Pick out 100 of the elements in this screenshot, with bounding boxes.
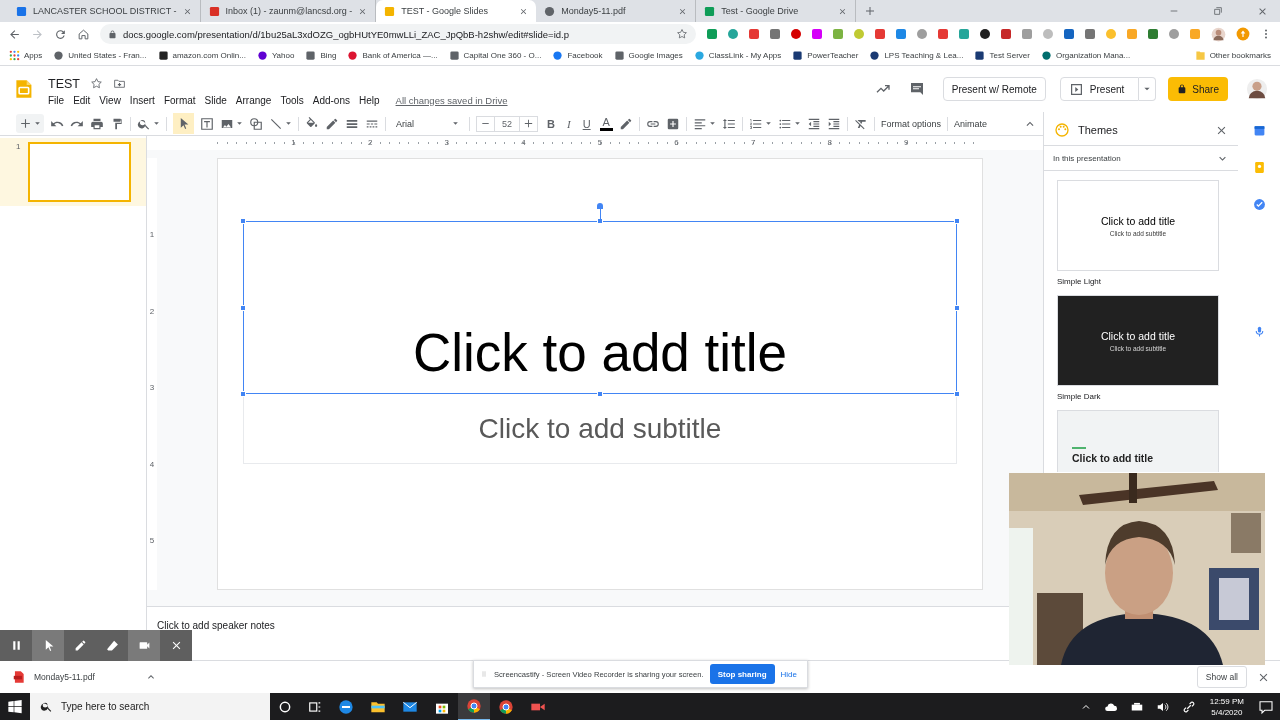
close-icon[interactable] — [838, 6, 848, 16]
save-status-link[interactable]: All changes saved in Drive — [395, 94, 508, 106]
restore-icon[interactable] — [1213, 6, 1223, 16]
bookmark-link[interactable]: Bank of America —... — [347, 50, 438, 61]
link-icon[interactable] — [1181, 699, 1196, 714]
bookmark-link[interactable]: Facebook — [552, 50, 603, 61]
tasks-icon[interactable] — [1252, 198, 1266, 211]
resize-handle[interactable] — [240, 391, 246, 397]
notifications-icon[interactable] — [1258, 698, 1274, 715]
bookmark-link[interactable]: Capital One 360 - O... — [448, 50, 542, 61]
menu-item[interactable]: Help — [359, 94, 380, 106]
underline-button[interactable]: U — [579, 117, 594, 130]
show-all-button[interactable]: Show all — [1196, 666, 1247, 688]
menu-item[interactable]: Add-ons — [312, 94, 350, 106]
resize-handle[interactable] — [597, 391, 603, 397]
bold-button[interactable]: B — [544, 117, 558, 130]
menu-item[interactable]: Insert — [129, 94, 155, 106]
theme-preview[interactable]: Click to add title — [1057, 410, 1219, 472]
line-spacing-icon[interactable] — [721, 116, 736, 131]
bookmark-link[interactable]: Organization Mana... — [1040, 50, 1131, 61]
resize-handle[interactable] — [240, 304, 246, 311]
pencil-icon[interactable] — [325, 116, 339, 131]
text-box-icon[interactable] — [200, 116, 214, 131]
new-tab-icon[interactable] — [864, 5, 877, 17]
bookmark-link[interactable]: amazon.com Onlin... — [157, 50, 246, 61]
italic-button[interactable]: I — [564, 117, 574, 130]
numbered-list-icon[interactable] — [748, 116, 763, 131]
browser-tab[interactable]: Test - Google Drive — [696, 0, 857, 22]
avatar-icon[interactable] — [1211, 26, 1226, 42]
bookmark-link[interactable]: Apps — [9, 50, 43, 61]
browser-tab[interactable]: Monday5-11.pdf — [536, 0, 697, 22]
recorder-tool-button[interactable] — [32, 630, 64, 661]
increase-indent-icon[interactable] — [826, 116, 841, 131]
chrome-icon[interactable] — [498, 698, 514, 715]
move-to-folder-icon[interactable] — [112, 77, 126, 90]
menu-item[interactable]: View — [99, 94, 121, 106]
bookmark-link[interactable]: United States - Fran... — [53, 50, 147, 61]
cortana-icon[interactable] — [278, 699, 292, 714]
caret-icon[interactable] — [708, 120, 716, 127]
new-slide-button[interactable] — [16, 114, 44, 133]
caret-icon[interactable] — [153, 120, 160, 127]
comment-icon[interactable] — [908, 81, 925, 97]
star-icon[interactable] — [676, 28, 688, 40]
avatar-icon[interactable] — [1246, 78, 1268, 100]
taskbar-app-button[interactable] — [458, 692, 490, 720]
menu-item[interactable]: Tools — [280, 94, 304, 106]
resize-handle[interactable] — [954, 304, 960, 311]
resize-handle[interactable] — [954, 391, 960, 397]
bookmark-link[interactable]: Yahoo — [256, 50, 295, 61]
font-dropdown[interactable]: Arial — [392, 118, 463, 129]
extension-icon[interactable] — [979, 28, 991, 40]
browser-tab[interactable]: LANCASTER SCHOOL DISTRICT - — [8, 0, 201, 22]
home-icon[interactable] — [77, 27, 90, 41]
share-button[interactable]: Share — [1168, 77, 1228, 101]
line-icon[interactable] — [269, 116, 283, 131]
stop-sharing-button[interactable]: Stop sharing — [709, 664, 775, 684]
address-field[interactable]: docs.google.com/presentation/d/1bu25aL3xdOZG_ogbHUtYE0mwLLi_ZAC_JpQbB-h2shw/edit#slide=id.p — [100, 24, 696, 44]
bookmark-link[interactable]: Test Server — [974, 50, 1030, 61]
resize-handle[interactable] — [240, 218, 246, 224]
hide-link[interactable]: Hide — [780, 669, 797, 679]
add-comment-icon[interactable] — [665, 116, 680, 131]
document-title[interactable]: TEST — [48, 76, 80, 91]
caret-icon[interactable] — [793, 120, 801, 127]
recorder-tool-button[interactable] — [128, 630, 160, 661]
bookmark-link[interactable]: LPS Teaching & Lea... — [869, 50, 964, 61]
bookmark-link[interactable]: Bing — [305, 50, 337, 61]
clock-time[interactable]: 12:59 PM — [1209, 695, 1244, 707]
clock-date[interactable]: 5/4/2020 — [1211, 706, 1243, 718]
menu-item[interactable]: Arrange — [235, 94, 272, 106]
bookmark-link[interactable]: ClassLink - My Apps — [693, 50, 782, 61]
caret-icon[interactable] — [285, 120, 292, 127]
menu-item[interactable]: Format — [163, 94, 196, 106]
bookmark-link[interactable]: Other bookmarks — [1194, 50, 1271, 61]
decrease-indent-icon[interactable] — [806, 116, 821, 131]
calendar-icon[interactable] — [1252, 124, 1266, 137]
windows-start-icon[interactable] — [7, 698, 23, 715]
taskbar-search-field[interactable]: Type here to search — [30, 693, 270, 720]
browser-tab[interactable]: TEST - Google Slides — [376, 0, 537, 22]
close-icon[interactable] — [519, 6, 529, 16]
task-view-icon[interactable] — [308, 699, 322, 714]
present-button[interactable]: Present — [1059, 77, 1140, 101]
format-options-button[interactable]: Format options — [880, 118, 941, 129]
close-icon[interactable] — [678, 6, 688, 16]
shape-icon[interactable] — [249, 116, 263, 131]
menu-item[interactable]: Edit — [73, 94, 91, 106]
caret-icon[interactable] — [236, 120, 243, 127]
align-icon[interactable] — [692, 116, 707, 131]
reload-icon[interactable] — [54, 27, 67, 41]
text-color-button[interactable]: A — [599, 116, 613, 131]
theme-filter-dropdown[interactable]: In this presentation — [1044, 145, 1238, 171]
close-icon[interactable] — [358, 6, 368, 16]
rotate-handle[interactable] — [597, 203, 603, 219]
resize-handle[interactable] — [954, 218, 960, 224]
print-icon[interactable] — [90, 116, 104, 131]
star-icon[interactable] — [89, 77, 103, 90]
plus-icon[interactable] — [523, 118, 535, 129]
back-icon[interactable] — [8, 27, 21, 41]
bookmark-link[interactable]: Google Images — [613, 50, 683, 61]
slide-thumbnail[interactable] — [28, 142, 131, 202]
select-tool-button[interactable] — [173, 113, 194, 134]
